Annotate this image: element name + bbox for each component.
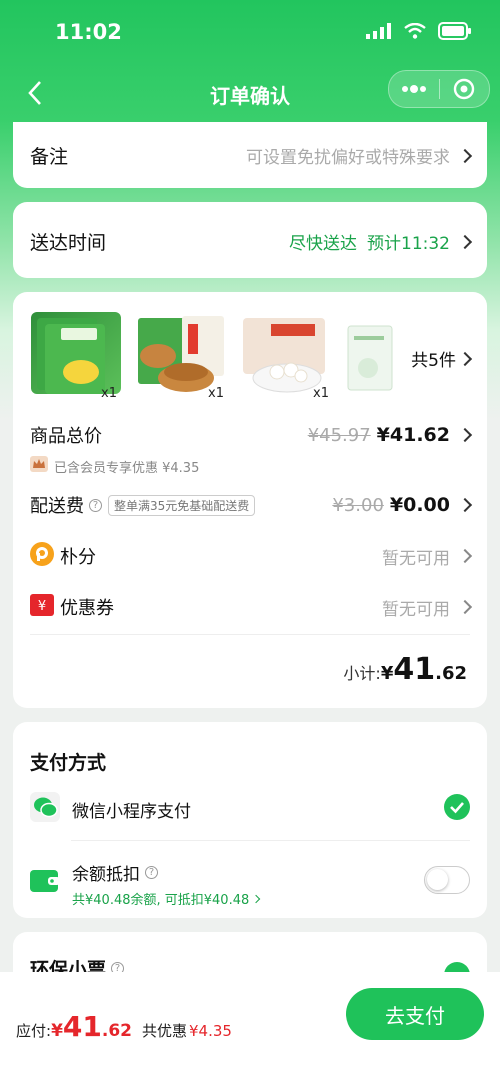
product-count: 共5件	[411, 351, 456, 371]
wechat-pay-label: 微信小程序支付	[72, 801, 191, 822]
member-discount-note: 已含会员专享优惠 ¥4.35	[54, 460, 200, 476]
more-button[interactable]	[389, 71, 439, 107]
bottom-pay-bar: 应付: ¥ 41 .62 共优惠 ¥4.35 去支付	[0, 972, 500, 1084]
product-image-wonton[interactable]	[241, 312, 331, 394]
subtotal-decimal: .62	[435, 663, 467, 684]
status-bar: 11:02	[0, 0, 500, 70]
divider	[30, 634, 470, 635]
close-miniprogram-button[interactable]	[440, 71, 490, 107]
signal-icon	[366, 23, 392, 43]
chevron-right-icon	[457, 497, 473, 513]
subtotal-label: 小计:	[343, 664, 381, 683]
delivery-estimate: 预计11:32	[367, 234, 450, 254]
balance-option: 余额抵扣 ? 共¥40.48余额, 可抵扣¥40.48	[30, 860, 470, 908]
remark-placeholder: 可设置免扰偏好或特殊要求	[246, 148, 450, 168]
product-image-dumpling[interactable]	[346, 312, 396, 394]
discount-value: ¥4.35	[189, 1022, 232, 1040]
subtotal-currency: ¥	[380, 663, 394, 684]
delivery-original-price: ¥3.00	[332, 494, 384, 516]
coupon-label: 优惠券	[60, 598, 114, 619]
balance-detail-link[interactable]: 共¥40.48余额, 可抵扣¥40.48	[72, 889, 261, 908]
amount-due-currency: ¥	[51, 1021, 63, 1041]
chevron-right-icon	[457, 599, 473, 615]
delivery-time-label: 送达时间	[30, 232, 107, 254]
amount-due-decimal: .62	[101, 1021, 132, 1041]
goods-price: ¥41.62	[376, 424, 450, 446]
points-icon	[30, 542, 54, 570]
points-label: 朴分	[60, 547, 96, 568]
delivery-mode: 尽快送达	[289, 234, 357, 254]
delivery-fee-row[interactable]: 配送费 ? 整单满35元免基础配送费 ¥3.00 ¥0.00	[30, 492, 473, 518]
amount-due-integer: 41	[62, 1010, 102, 1043]
order-summary-card: x1 x1 x1 共5件 商品总价 ¥45.97 ¥41.62 已含会员专享优惠…	[13, 292, 487, 708]
divider	[71, 840, 470, 841]
discount-label: 共优惠	[142, 1022, 188, 1040]
check-icon	[444, 794, 470, 824]
amount-due-label: 应付:	[16, 1022, 52, 1040]
chevron-right-icon	[457, 148, 473, 163]
delivery-fee-tag: 整单满35元免基础配送费	[108, 494, 256, 516]
balance-note: 共¥40.48余额, 可抵扣¥40.48	[72, 893, 250, 908]
delivery-fee-label: 配送费	[30, 496, 84, 517]
chevron-right-icon	[457, 351, 473, 366]
product-qty: x1	[313, 386, 329, 401]
more-dots-icon	[401, 85, 426, 93]
subtotal: 小计: ¥ 41 .62	[343, 652, 467, 687]
product-qty: x1	[101, 386, 117, 401]
nav-bar: 订单确认	[0, 70, 500, 118]
wechat-icon	[30, 792, 60, 826]
wifi-icon	[404, 22, 426, 43]
subtotal-integer: 41	[393, 652, 436, 687]
payment-title: 支付方式	[30, 752, 107, 774]
delivery-time-card[interactable]: 送达时间 尽快送达 预计11:32	[13, 202, 487, 278]
coupon-icon: ¥	[30, 594, 54, 620]
remark-card[interactable]: 备注 可设置免扰偏好或特殊要求	[13, 122, 487, 188]
crown-icon	[30, 456, 48, 476]
balance-toggle[interactable]	[424, 866, 470, 894]
coupon-value: 暂无可用	[382, 599, 450, 620]
goods-total-label: 商品总价	[30, 426, 102, 447]
points-row[interactable]: 朴分 暂无可用	[30, 542, 473, 570]
help-icon[interactable]: ?	[89, 498, 102, 512]
chevron-right-icon	[252, 894, 261, 903]
amount-due: 应付: ¥ 41 .62 共优惠 ¥4.35	[16, 1010, 232, 1043]
battery-icon	[438, 22, 472, 44]
wechat-pay-option[interactable]: 微信小程序支付	[30, 792, 470, 826]
delivery-price: ¥0.00	[389, 494, 450, 516]
chevron-right-icon	[457, 427, 473, 443]
miniprogram-capsule	[388, 70, 490, 108]
chevron-right-icon	[457, 234, 473, 249]
help-icon[interactable]: ?	[145, 866, 158, 879]
product-count-button[interactable]: 共5件	[411, 346, 473, 371]
pay-button[interactable]: 去支付	[346, 988, 484, 1040]
product-image-vegetable-dumpling[interactable]	[31, 312, 121, 394]
balance-label: 余额抵扣	[72, 865, 140, 885]
chevron-right-icon	[457, 548, 473, 564]
product-image-pancake[interactable]	[136, 312, 226, 394]
coupon-row[interactable]: ¥ 优惠券 暂无可用	[30, 594, 473, 620]
payment-card: 支付方式 微信小程序支付 余额抵扣 ? 共¥40.48余额, 可抵扣¥40.48	[13, 722, 487, 918]
remark-label: 备注	[30, 146, 69, 168]
points-value: 暂无可用	[382, 548, 450, 569]
goods-original-price: ¥45.97	[307, 424, 371, 446]
status-time: 11:02	[55, 20, 122, 44]
goods-total-row[interactable]: 商品总价 ¥45.97 ¥41.62	[30, 422, 473, 448]
target-icon	[454, 78, 475, 100]
svg-text:¥: ¥	[38, 599, 46, 614]
wallet-icon	[30, 868, 60, 898]
product-qty: x1	[208, 386, 224, 401]
